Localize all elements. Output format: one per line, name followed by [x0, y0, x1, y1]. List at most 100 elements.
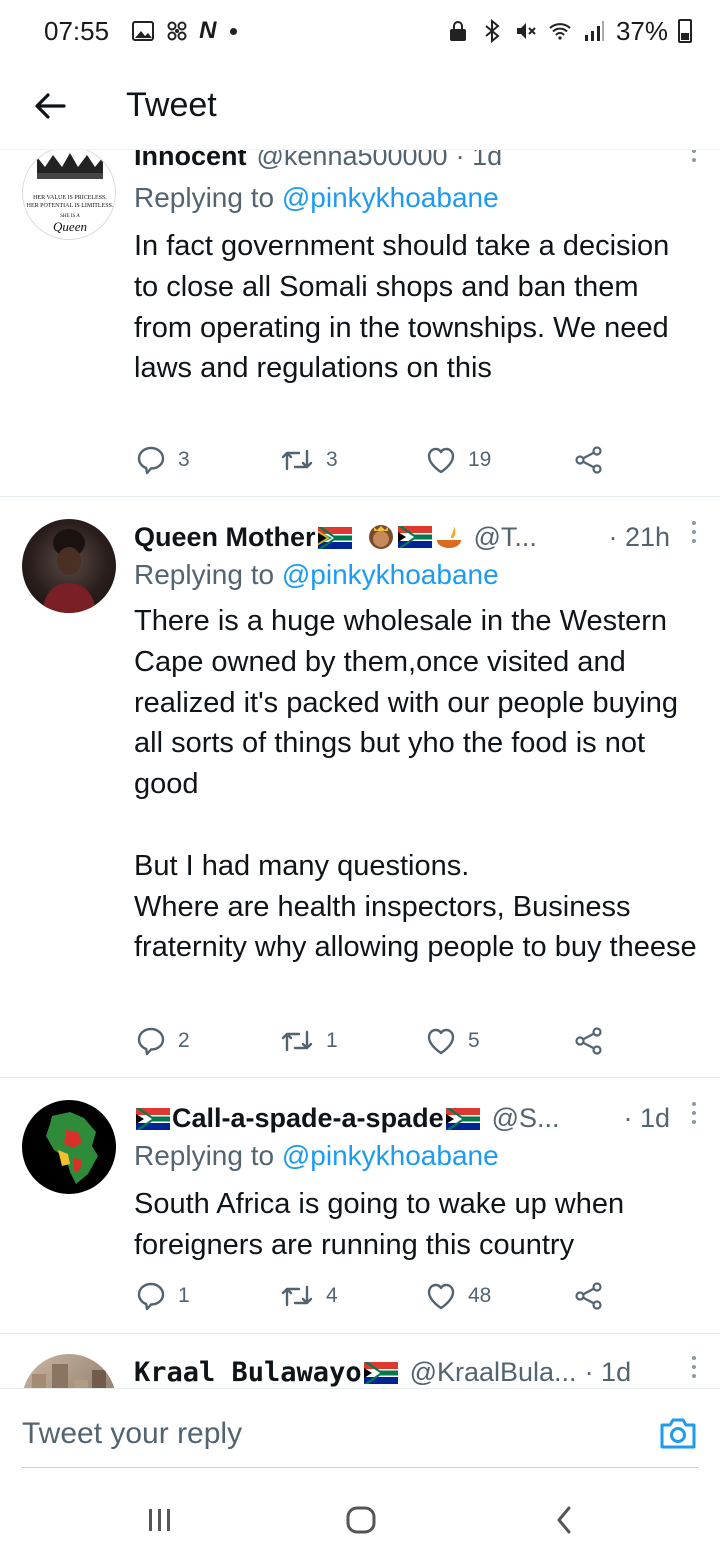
- system-navigation-bar: [0, 1482, 720, 1560]
- share-icon: [575, 446, 602, 474]
- user-handle[interactable]: @kenna500000: [257, 150, 448, 172]
- south-africa-flag-icon: [445, 1108, 480, 1131]
- south-africa-flag-icon: [136, 1108, 170, 1131]
- display-name[interactable]: Call-a-spade-a-spade: [134, 1103, 482, 1134]
- tweet-body: Innocent @kenna500000 · 1d Replying to @…: [134, 150, 698, 497]
- avatar[interactable]: [22, 1354, 116, 1388]
- user-handle[interactable]: @T...: [474, 522, 537, 553]
- signal-icon: [584, 21, 604, 41]
- status-left: 07:55 N: [44, 15, 238, 47]
- tweet-body: Kraal Bulawayo @KraalBula... · 1d: [134, 1334, 698, 1388]
- svg-text:HER POTENTIAL IS LIMITLESS.: HER POTENTIAL IS LIMITLESS.: [27, 203, 114, 209]
- reply-composer: Tweet your reply: [0, 1388, 720, 1482]
- more-options-icon[interactable]: [690, 1102, 698, 1124]
- netflix-notification-icon: N: [199, 17, 217, 44]
- reply-input[interactable]: Tweet your reply: [22, 1417, 242, 1451]
- back-button[interactable]: [0, 62, 100, 150]
- like-count: 5: [468, 1029, 480, 1052]
- retweet-button[interactable]: 4: [280, 1283, 338, 1309]
- share-icon: [575, 1027, 602, 1055]
- share-icon: [575, 1282, 602, 1310]
- recent-apps-icon: [149, 1509, 170, 1531]
- more-notifications-dot: [230, 27, 238, 35]
- tweet-header: Innocent @kenna500000 · 1d: [134, 150, 698, 176]
- retweet-count: 1: [326, 1029, 338, 1052]
- status-right: 37%: [446, 16, 692, 47]
- recent-apps-button[interactable]: [140, 1504, 180, 1536]
- replying-to-label: Replying to: [134, 559, 275, 590]
- retweet-icon: [281, 449, 313, 471]
- comment-icon: [137, 1027, 165, 1056]
- gallery-icon: [132, 21, 155, 41]
- avatar[interactable]: HER VALUE IS PRICELESS. HER POTENTIAL IS…: [22, 150, 116, 240]
- home-icon: [346, 1506, 376, 1534]
- tweet-text: In fact government should take a decisio…: [134, 230, 678, 385]
- queen-crown-logo: HER VALUE IS PRICELESS. HER POTENTIAL IS…: [27, 153, 114, 234]
- profile-photo: [42, 529, 96, 613]
- comment-icon: [137, 1282, 165, 1311]
- tweet-reply[interactable]: Kraal Bulawayo @KraalBula... · 1d: [0, 1334, 720, 1388]
- battery-percent: 37%: [615, 15, 668, 46]
- more-options-icon[interactable]: [690, 521, 698, 543]
- retweet-button[interactable]: 3: [280, 447, 338, 473]
- replying-to-label: Replying to: [134, 182, 275, 213]
- lock-icon: [449, 21, 466, 41]
- tweet-reply[interactable]: HER VALUE IS PRICELESS. HER POTENTIAL IS…: [0, 150, 720, 497]
- heart-icon: [427, 447, 455, 474]
- more-options-icon[interactable]: [690, 1356, 698, 1378]
- camera-icon[interactable]: [658, 1415, 698, 1451]
- tweet-text: There is a huge wholesale in the Western…: [134, 605, 697, 964]
- chevron-left-icon: [557, 1506, 571, 1534]
- arrow-left-icon: [35, 92, 66, 119]
- status-time: 07:55: [44, 15, 110, 46]
- mute-icon: [516, 23, 536, 39]
- display-name[interactable]: Queen Mother: [134, 522, 354, 553]
- like-button[interactable]: 5: [426, 1027, 480, 1055]
- tweet-actions: 1 4 48: [134, 1276, 604, 1316]
- replying-to-label: Replying to: [134, 1140, 275, 1171]
- tweet-time: · 1d: [584, 1356, 632, 1387]
- tweet-body: Call-a-spade-a-spade @S... · 1d Replying…: [134, 1078, 698, 1334]
- battery-icon: [678, 19, 692, 43]
- retweet-count: 3: [326, 448, 338, 471]
- svg-text:Queen: Queen: [53, 219, 87, 234]
- tweet-reply[interactable]: Queen Mother @T... · 21h Replying to @pi…: [0, 497, 720, 1078]
- reply-button[interactable]: 3: [136, 445, 190, 475]
- page-title: Tweet: [126, 86, 217, 124]
- retweet-button[interactable]: 1: [280, 1028, 338, 1054]
- avatar[interactable]: [22, 519, 116, 613]
- bluetooth-icon: [485, 19, 500, 43]
- profile-photo: [32, 1364, 106, 1388]
- home-button[interactable]: [341, 1504, 381, 1536]
- reply-count: 2: [178, 1029, 190, 1052]
- share-button[interactable]: [574, 1027, 604, 1055]
- like-button[interactable]: 48: [426, 1282, 491, 1310]
- replies-feed[interactable]: HER VALUE IS PRICELESS. HER POTENTIAL IS…: [0, 150, 720, 1388]
- south-africa-flag-icon: [363, 1362, 398, 1384]
- back-nav-button[interactable]: [544, 1504, 584, 1536]
- like-button[interactable]: 19: [426, 446, 491, 474]
- comment-icon: [137, 446, 165, 475]
- tweet-time: · 21h: [608, 521, 670, 552]
- mention-link[interactable]: @pinkykhoabane: [282, 182, 499, 213]
- mention-link[interactable]: @pinkykhoabane: [282, 1140, 499, 1171]
- share-button[interactable]: [574, 446, 604, 474]
- tweet-actions: 2 1 5: [134, 1021, 604, 1061]
- avatar[interactable]: [22, 1100, 116, 1194]
- reply-count: 1: [178, 1284, 190, 1307]
- tweet-time: · 1d: [623, 1102, 670, 1133]
- heart-icon: [427, 1028, 455, 1055]
- more-options-icon[interactable]: [690, 150, 698, 162]
- like-count: 19: [468, 448, 492, 471]
- wifi-icon: [549, 23, 571, 40]
- reply-button[interactable]: 1: [136, 1281, 190, 1311]
- tweet-reply[interactable]: Call-a-spade-a-spade @S... · 1d Replying…: [0, 1078, 720, 1334]
- composer-divider: [22, 1467, 698, 1468]
- mention-link[interactable]: @pinkykhoabane: [282, 559, 499, 590]
- reply-button[interactable]: 2: [136, 1026, 190, 1056]
- display-name[interactable]: Innocent: [134, 150, 247, 172]
- user-handle[interactable]: @KraalBula...: [410, 1357, 577, 1388]
- user-handle[interactable]: @S...: [492, 1103, 560, 1134]
- display-name[interactable]: Kraal Bulawayo: [134, 1357, 400, 1388]
- share-button[interactable]: [574, 1282, 604, 1310]
